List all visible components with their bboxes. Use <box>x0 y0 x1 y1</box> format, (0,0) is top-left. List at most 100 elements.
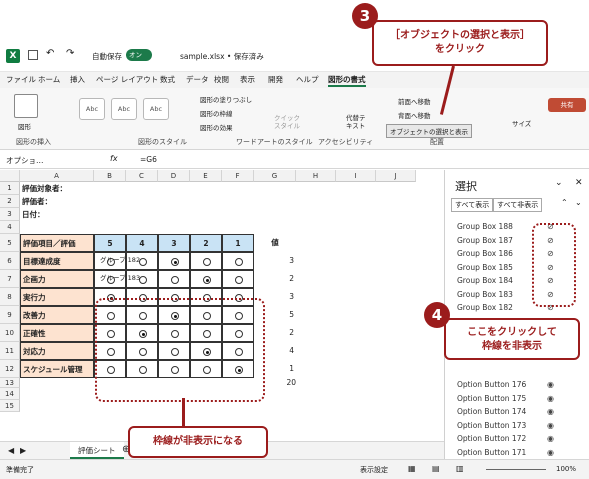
value-1: 2 <box>289 274 294 283</box>
zoom-slider[interactable] <box>486 469 546 470</box>
column-header-I[interactable]: I <box>336 170 376 182</box>
select-all-corner[interactable] <box>0 170 20 182</box>
formula-input[interactable]: =G6 <box>140 155 157 164</box>
fx-icon[interactable]: fx <box>110 154 118 163</box>
pane-item-option[interactable]: Option Button 173 <box>457 421 526 430</box>
pane-item-group[interactable]: Group Box 187 <box>457 236 513 245</box>
shape-fill-button[interactable]: 図形の塗りつぶし <box>200 94 252 104</box>
eye-icon[interactable]: ◉ <box>547 380 554 389</box>
option-radio[interactable] <box>203 258 211 266</box>
row-header-5[interactable]: 5 <box>0 234 20 252</box>
column-header-A[interactable]: A <box>20 170 94 182</box>
group-label-182: グループ 182 <box>100 256 141 264</box>
option-radio[interactable] <box>203 276 211 284</box>
column-header-C[interactable]: C <box>126 170 158 182</box>
row-header-9[interactable]: 9 <box>0 306 20 324</box>
pane-close-icon[interactable]: ✕ <box>575 178 583 188</box>
pane-item-option[interactable]: Option Button 171 <box>457 448 526 457</box>
column-header-J[interactable]: J <box>376 170 416 182</box>
style-box-2[interactable]: Abc <box>111 98 137 120</box>
column-header-F[interactable]: F <box>222 170 254 182</box>
pane-item-group[interactable]: Group Box 183 <box>457 290 513 299</box>
column-header-E[interactable]: E <box>190 170 222 182</box>
menu-item-6[interactable]: 校閲 <box>214 74 229 85</box>
tab-next-icon[interactable]: ▶ <box>20 446 26 455</box>
pane-item-group[interactable]: Group Box 182 <box>457 303 513 312</box>
pane-item-group[interactable]: Group Box 186 <box>457 249 513 258</box>
option-radio[interactable] <box>171 276 179 284</box>
share-button[interactable]: 共有 <box>548 98 586 112</box>
menu-item-4[interactable]: 数式 <box>160 74 175 85</box>
menu-item-7[interactable]: 表示 <box>240 74 255 85</box>
row-header-10[interactable]: 10 <box>0 324 20 342</box>
menu-item-5[interactable]: データ <box>186 74 209 85</box>
menu-item-0[interactable]: ファイル <box>6 74 36 85</box>
menu-item-1[interactable]: ホーム <box>38 74 60 85</box>
column-header-G[interactable]: G <box>254 170 296 182</box>
eye-icon[interactable]: ◉ <box>547 421 554 430</box>
normal-view-icon[interactable]: ▦ <box>408 464 416 473</box>
sheet-tab-evaluation[interactable]: 評価シート <box>70 442 124 459</box>
menu-item-10[interactable]: 図形の書式 <box>328 74 366 87</box>
row-header-6[interactable]: 6 <box>0 252 20 270</box>
style-box-3[interactable]: Abc <box>143 98 169 120</box>
display-settings[interactable]: 表示設定 <box>360 465 388 475</box>
column-header-D[interactable]: D <box>158 170 190 182</box>
pane-item-group[interactable]: Group Box 184 <box>457 276 513 285</box>
row-header-14[interactable]: 14 <box>0 388 20 400</box>
bring-front-button[interactable]: 前面へ移動 <box>398 96 431 106</box>
tab-prev-icon[interactable]: ◀ <box>8 446 14 455</box>
row-header-8[interactable]: 8 <box>0 288 20 306</box>
row-header-12[interactable]: 12 <box>0 360 20 378</box>
eye-icon[interactable]: ◉ <box>547 407 554 416</box>
autosave-toggle[interactable]: オン <box>126 49 152 61</box>
pane-item-option[interactable]: Option Button 176 <box>457 380 526 389</box>
save-icon[interactable] <box>28 50 38 60</box>
style-box-1[interactable]: Abc <box>79 98 105 120</box>
pane-item-group[interactable]: Group Box 188 <box>457 222 513 231</box>
column-header-H[interactable]: H <box>296 170 336 182</box>
shape-outline-button[interactable]: 図形の枠線 <box>200 108 233 118</box>
pane-collapse-icon[interactable]: ⌄ <box>555 178 563 188</box>
pane-item-option[interactable]: Option Button 172 <box>457 434 526 443</box>
zoom-level: 100% <box>556 465 577 473</box>
option-radio[interactable] <box>235 258 243 266</box>
option-radio[interactable] <box>171 258 179 266</box>
pane-item-group[interactable]: Group Box 185 <box>457 263 513 272</box>
page-layout-icon[interactable]: ▤ <box>432 464 440 473</box>
row-header-3[interactable]: 3 <box>0 208 20 221</box>
option-radio[interactable] <box>235 276 243 284</box>
eye-icon[interactable]: ◉ <box>547 434 554 443</box>
menu-item-9[interactable]: ヘルプ <box>296 74 319 85</box>
show-all-button[interactable]: すべて表示 <box>451 198 494 212</box>
row-header-11[interactable]: 11 <box>0 342 20 360</box>
eye-icon[interactable]: ◉ <box>547 394 554 403</box>
pane-item-option[interactable]: Option Button 175 <box>457 394 526 403</box>
menu-item-3[interactable]: ページ レイアウト <box>96 74 158 85</box>
redo-icon[interactable]: ↷ <box>66 48 74 59</box>
hide-all-button[interactable]: すべて非表示 <box>493 198 543 212</box>
size-button[interactable]: サイズ <box>512 118 531 128</box>
name-box[interactable]: オプショ… <box>6 155 44 166</box>
row-header-15[interactable]: 15 <box>0 400 20 412</box>
send-back-button[interactable]: 背面へ移動 <box>398 110 431 120</box>
pane-item-option[interactable]: Option Button 174 <box>457 407 526 416</box>
menu-item-8[interactable]: 開発 <box>268 74 283 85</box>
alt-text-button[interactable]: 代替テ キスト <box>346 114 366 130</box>
quick-style-button[interactable]: クイック スタイル <box>274 114 300 130</box>
shape-effect-button[interactable]: 図形の効果 <box>200 122 233 132</box>
undo-icon[interactable]: ↶ <box>46 48 54 59</box>
menu-item-2[interactable]: 挿入 <box>70 74 85 85</box>
move-up-icon[interactable]: ⌃ <box>561 198 568 207</box>
row-header-2[interactable]: 2 <box>0 195 20 208</box>
page-break-icon[interactable]: ▥ <box>456 464 464 473</box>
selection-pane-button[interactable]: オブジェクトの選択と表示 <box>386 124 472 138</box>
eye-icon[interactable]: ◉ <box>547 448 554 457</box>
shape-insert-button[interactable] <box>14 94 38 118</box>
row-header-13[interactable]: 13 <box>0 378 20 388</box>
row-header-4[interactable]: 4 <box>0 221 20 234</box>
row-header-7[interactable]: 7 <box>0 270 20 288</box>
move-down-icon[interactable]: ⌄ <box>575 198 582 207</box>
row-header-1[interactable]: 1 <box>0 182 20 195</box>
column-header-B[interactable]: B <box>94 170 126 182</box>
